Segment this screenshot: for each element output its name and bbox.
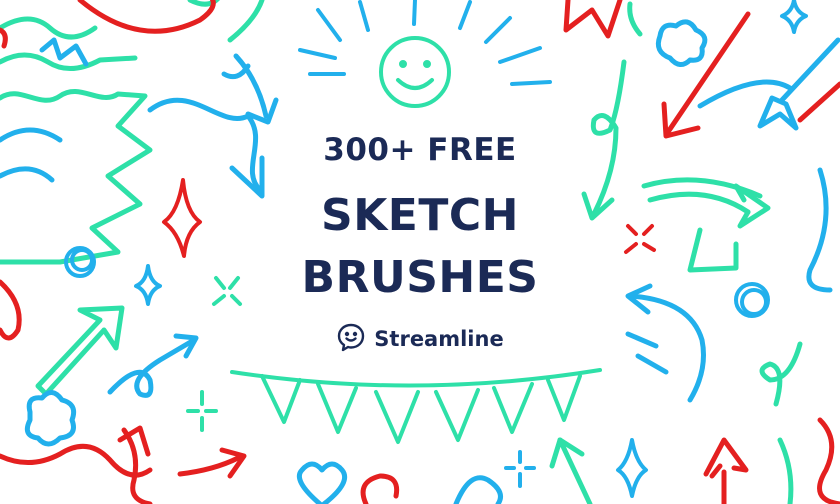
arrow-icon <box>661 11 751 139</box>
smiley-face-icon <box>379 36 451 108</box>
headline-line-2: SKETCH <box>321 190 519 241</box>
squiggle-doodle <box>797 81 840 123</box>
sunburst-rays <box>298 0 552 86</box>
loop-doodle <box>453 475 503 504</box>
brand-lockup: Streamline <box>0 322 840 356</box>
loop-doodle <box>360 473 400 504</box>
pennant-bunting <box>230 368 602 444</box>
brand-name: Streamline <box>374 327 504 351</box>
squiggle-doodle <box>777 437 794 504</box>
sparkle-icon <box>504 450 536 488</box>
cloud-icon <box>655 19 708 67</box>
heart-icon <box>296 461 348 504</box>
squiggle-doodle <box>563 0 623 39</box>
arrow-icon <box>703 437 749 504</box>
cloud-icon <box>24 390 77 447</box>
arrow-icon <box>147 53 279 199</box>
sparkle-icon <box>616 438 648 498</box>
squiggle-doodle <box>0 0 216 49</box>
squiggle-doodle <box>817 417 840 504</box>
sparkle-icon <box>780 0 808 34</box>
headline-line-1: 300+ FREE <box>323 132 517 168</box>
chat-bubble-smile-icon <box>336 322 366 356</box>
squiggle-doodle <box>627 1 643 37</box>
arrow-icon <box>177 447 247 479</box>
headline-line-3: BRUSHES <box>301 252 539 303</box>
squiggle-doodle <box>0 425 153 504</box>
arrow-icon <box>549 437 593 504</box>
